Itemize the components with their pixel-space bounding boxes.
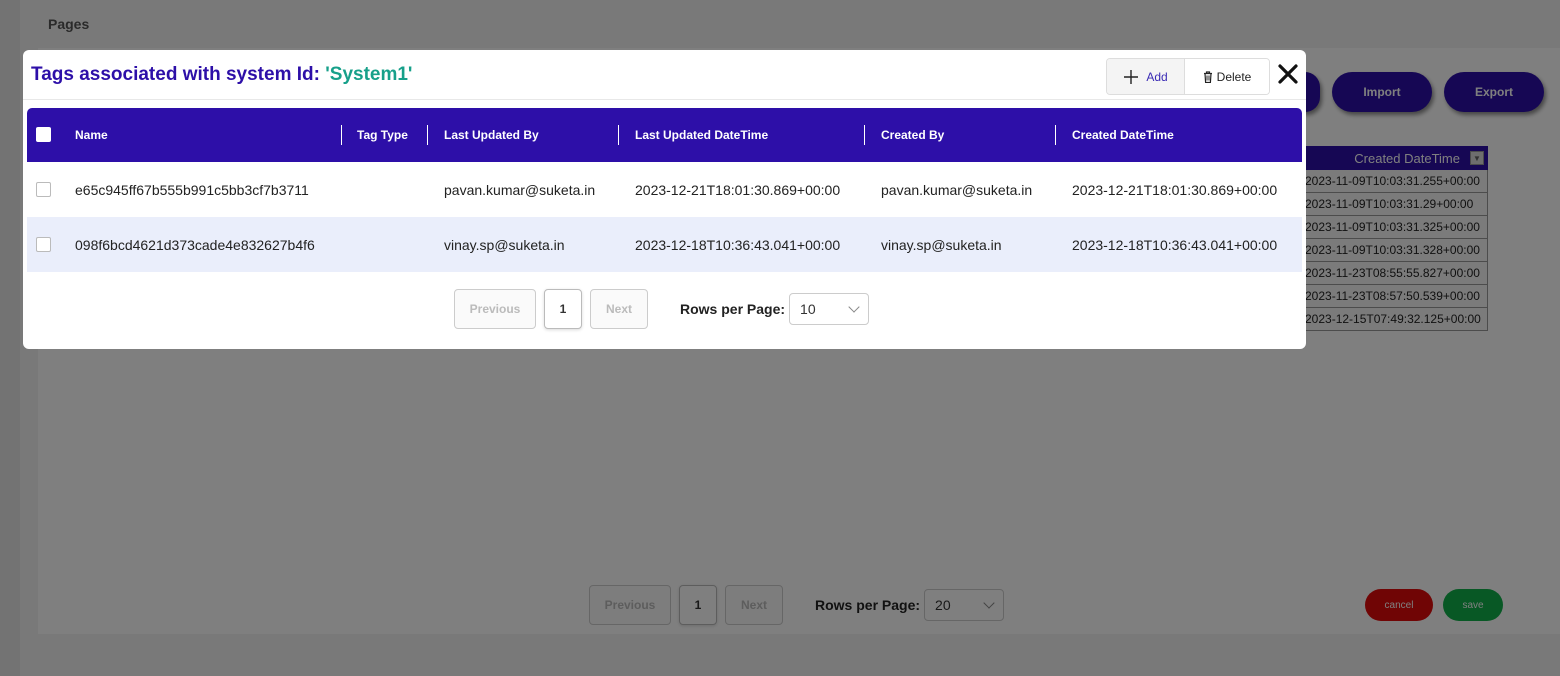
cell-created-datetime: 2023-12-21T18:01:30.869+00:00 — [1072, 181, 1278, 198]
select-all-checkbox[interactable] — [36, 127, 51, 142]
row-checkbox[interactable] — [36, 182, 51, 197]
plus-icon — [1124, 69, 1139, 84]
column-header-tag-type[interactable]: Tag Type — [357, 108, 408, 162]
column-header-last-updated-datetime[interactable]: Last Updated DateTime — [635, 108, 768, 162]
column-separator[interactable] — [618, 125, 619, 145]
close-icon — [1278, 64, 1298, 84]
modal-title-text: Tags associated with system Id: — [31, 64, 326, 85]
delete-button[interactable]: Delete — [1185, 59, 1269, 94]
rows-per-page-value: 10 — [800, 301, 816, 317]
cell-last-updated-by: pavan.kumar@suketa.in — [444, 181, 596, 198]
previous-button[interactable]: Previous — [454, 289, 536, 329]
cell-name: 098f6bcd4621d373cade4e832627b4f6 — [75, 236, 315, 253]
modal-title: Tags associated with system Id: 'System1… — [31, 64, 412, 86]
tags-modal: Tags associated with system Id: 'System1… — [23, 50, 1306, 349]
add-button[interactable]: Add — [1107, 59, 1185, 94]
chevron-down-icon — [848, 300, 860, 313]
page-number-button[interactable]: 1 — [544, 289, 582, 329]
cell-created-by: vinay.sp@suketa.in — [881, 236, 1002, 253]
cell-name: e65c945ff67b555b991c5bb3cf7b3711 — [75, 181, 309, 198]
cell-created-datetime: 2023-12-18T10:36:43.041+00:00 — [1072, 236, 1278, 253]
table-row[interactable]: e65c945ff67b555b991c5bb3cf7b3711 pavan.k… — [27, 162, 1302, 217]
table-header: Name Tag Type Last Updated By Last Updat… — [27, 108, 1302, 162]
cell-last-updated-datetime: 2023-12-18T10:36:43.041+00:00 — [635, 236, 841, 253]
cell-created-by: pavan.kumar@suketa.in — [881, 181, 1033, 198]
column-separator[interactable] — [427, 125, 428, 145]
trash-icon — [1203, 70, 1212, 83]
delete-label: Delete — [1216, 69, 1252, 84]
cell-last-updated-by: vinay.sp@suketa.in — [444, 236, 565, 253]
rows-per-page-select[interactable]: 10 — [789, 293, 870, 325]
modal-toolbar: Add Delete — [1106, 58, 1270, 95]
add-label: Add — [1146, 69, 1168, 84]
column-header-last-updated-by[interactable]: Last Updated By — [444, 108, 539, 162]
close-button[interactable] — [1277, 63, 1299, 85]
table-row[interactable]: 098f6bcd4621d373cade4e832627b4f6 vinay.s… — [27, 217, 1302, 272]
next-button[interactable]: Next — [590, 289, 648, 329]
column-separator[interactable] — [864, 125, 865, 145]
rows-per-page-label: Rows per Page: — [680, 301, 786, 317]
column-header-name[interactable]: Name — [75, 108, 108, 162]
column-header-created-datetime[interactable]: Created DateTime — [1072, 108, 1174, 162]
row-checkbox[interactable] — [36, 237, 51, 252]
column-separator[interactable] — [341, 125, 342, 145]
divider — [23, 99, 1306, 100]
column-header-created-by[interactable]: Created By — [881, 108, 944, 162]
modal-pagination: Previous 1 Next Rows per Page: 10 — [454, 289, 870, 329]
tags-table: Name Tag Type Last Updated By Last Updat… — [27, 108, 1302, 272]
cell-last-updated-datetime: 2023-12-21T18:01:30.869+00:00 — [635, 181, 841, 198]
system-id: 'System1' — [325, 64, 413, 85]
column-separator[interactable] — [1055, 125, 1056, 145]
